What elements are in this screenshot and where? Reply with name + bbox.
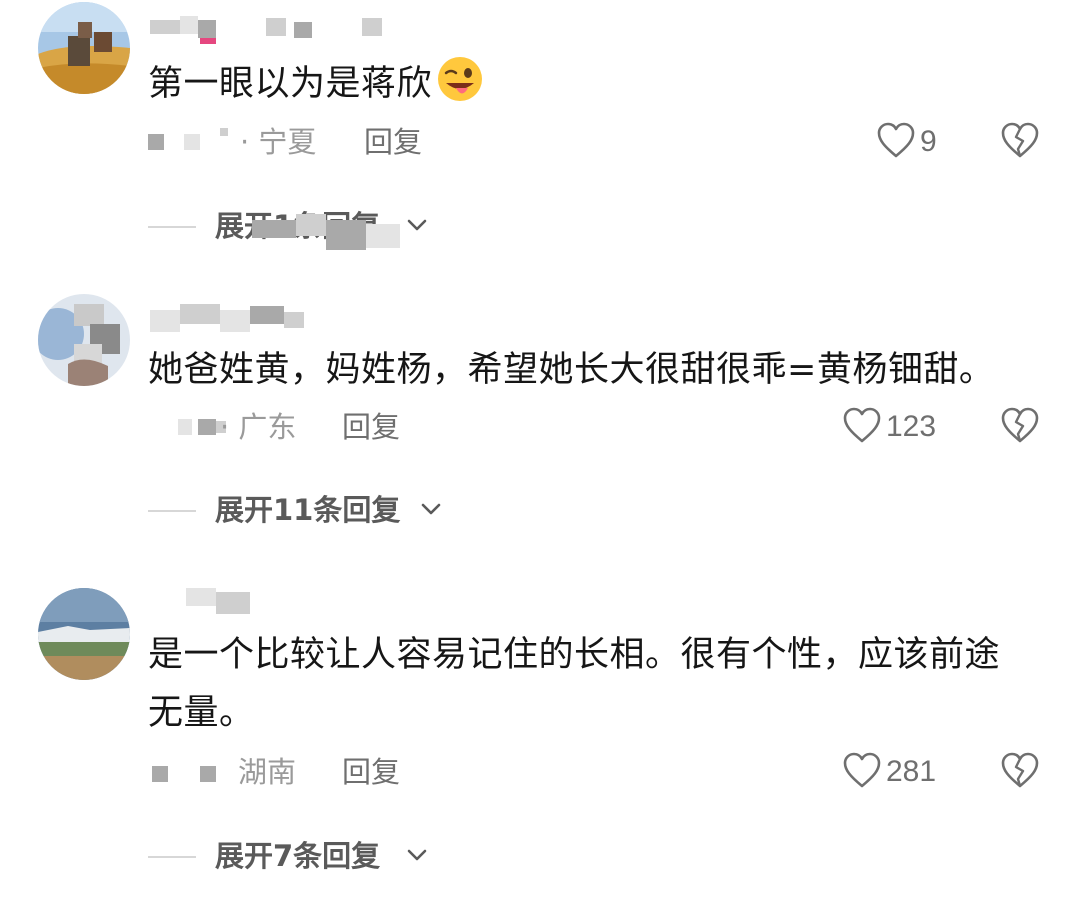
comment-meta: 湖南 回复 281 <box>148 752 1048 792</box>
like-button[interactable]: 281 <box>842 750 962 794</box>
dislike-button[interactable] <box>1000 752 1040 792</box>
reply-button[interactable]: 回复 <box>342 407 400 447</box>
chevron-down-icon <box>407 219 427 231</box>
expand-replies-button[interactable]: 展开7条回复 <box>148 836 468 876</box>
like-count: 9 <box>920 125 937 158</box>
comment-meta: · 宁夏 回复 9 <box>148 122 1048 162</box>
comment-list: 第一眼以为是蒋欣 · 宁夏 回复 9 她爸姓黄，妈姓杨，希望她长大很甜很乖=黄杨… <box>0 0 1080 898</box>
divider-line <box>148 510 196 512</box>
chevron-down-icon <box>407 849 427 861</box>
username-masked[interactable] <box>150 588 430 622</box>
expand-replies-button[interactable]: 展开11条回复 <box>148 490 468 530</box>
avatar[interactable] <box>38 294 130 386</box>
comment-text: 她爸姓黄，妈姓杨，希望她长大很甜很乖=黄杨钿甜。 <box>148 341 1028 399</box>
like-button[interactable]: 9 <box>876 120 996 164</box>
comment-item: 她爸姓黄，妈姓杨，希望她长大很甜很乖=黄杨钿甜。 · 广东 回复 123 展开1… <box>0 290 1080 560</box>
heart-outline-icon <box>843 752 881 788</box>
comment-text: 第一眼以为是蒋欣 <box>148 55 1028 113</box>
comment-location: 湖南 <box>238 755 297 789</box>
chevron-down-icon <box>421 503 441 515</box>
divider-line <box>148 856 196 858</box>
heart-outline-icon <box>843 407 881 443</box>
like-count: 123 <box>886 410 937 443</box>
meta-username-masked <box>148 122 248 162</box>
avatar[interactable] <box>38 588 130 680</box>
expand-replies-label: 展开7条回复 <box>215 839 381 873</box>
comment-meta: · 广东 回复 123 <box>148 407 1048 447</box>
avatar[interactable] <box>38 2 130 94</box>
divider-line <box>148 226 196 228</box>
reply-button[interactable]: 回复 <box>364 122 422 162</box>
comment-text: 是一个比较让人容易记住的长相。很有个性，应该前途无量。 <box>148 626 1018 742</box>
comment-item: 第一眼以为是蒋欣 · 宁夏 回复 9 <box>0 0 1080 270</box>
comment-text-content: 是一个比较让人容易记住的长相。很有个性，应该前途无量。 <box>148 635 1001 733</box>
like-button[interactable]: 123 <box>842 405 962 449</box>
dislike-button[interactable] <box>1000 122 1040 162</box>
like-count: 281 <box>886 755 937 788</box>
expand-replies-button[interactable]: 展开1条回复 <box>148 206 468 250</box>
broken-heart-icon <box>1001 407 1039 443</box>
meta-username-masked <box>148 752 228 792</box>
comment-location: · 宁夏 <box>240 125 317 159</box>
comment-item: 是一个比较让人容易记住的长相。很有个性，应该前途无量。 湖南 回复 281 展开… <box>0 580 1080 898</box>
comment-text-content: 第一眼以为是蒋欣 <box>148 64 433 104</box>
winking-tongue-emoji-icon <box>436 55 484 103</box>
broken-heart-icon <box>1001 752 1039 788</box>
username-masked[interactable] <box>150 12 430 46</box>
dislike-button[interactable] <box>1000 407 1040 447</box>
broken-heart-icon <box>1001 122 1039 158</box>
expand-replies-label: 展开11条回复 <box>215 493 401 527</box>
heart-outline-icon <box>877 122 915 158</box>
comment-text-content: 她爸姓黄，妈姓杨，希望她长大很甜很乖=黄杨钿甜。 <box>148 350 995 390</box>
username-masked[interactable] <box>150 302 430 336</box>
reply-button[interactable]: 回复 <box>342 752 400 792</box>
comment-location: · 广东 <box>220 410 297 444</box>
